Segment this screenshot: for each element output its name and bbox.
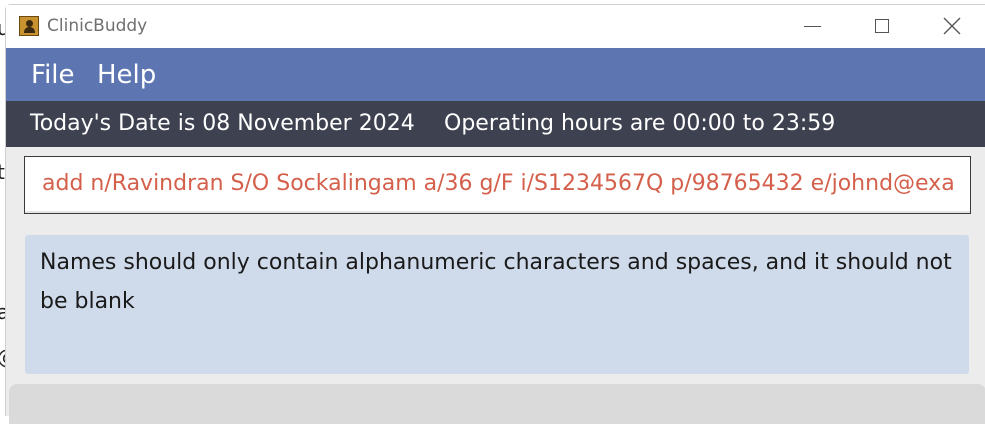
close-button[interactable]: [929, 9, 975, 43]
patient-list-panel: [9, 384, 985, 424]
result-message: Names should only contain alphanumeric c…: [40, 250, 952, 314]
todays-date-text: Today's Date is 08 November 2024: [30, 111, 415, 136]
app-icon: [19, 16, 39, 36]
maximize-button[interactable]: [859, 9, 905, 43]
title-bar[interactable]: ClinicBuddy: [6, 5, 985, 48]
status-bar: Today's Date is 08 November 2024 Operati…: [6, 101, 985, 147]
minimize-button[interactable]: [789, 9, 835, 43]
command-input-text: add n/Ravindran S/O Sockalingam a/36 g/F…: [42, 171, 955, 196]
maximize-icon: [875, 19, 889, 33]
menu-help[interactable]: Help: [97, 60, 156, 90]
menu-bar: File Help: [6, 48, 985, 101]
minimize-icon: [803, 25, 821, 27]
window-title: ClinicBuddy: [47, 16, 148, 36]
result-display: Names should only contain alphanumeric c…: [25, 235, 969, 374]
clinicbuddy-window: ClinicBuddy File Help Today's Date is 08…: [5, 4, 985, 424]
menu-file[interactable]: File: [31, 60, 75, 90]
command-input[interactable]: add n/Ravindran S/O Sockalingam a/36 g/F…: [24, 156, 971, 214]
main-content: add n/Ravindran S/O Sockalingam a/36 g/F…: [6, 147, 985, 424]
close-icon: [943, 17, 961, 35]
operating-hours-text: Operating hours are 00:00 to 23:59: [444, 111, 836, 136]
